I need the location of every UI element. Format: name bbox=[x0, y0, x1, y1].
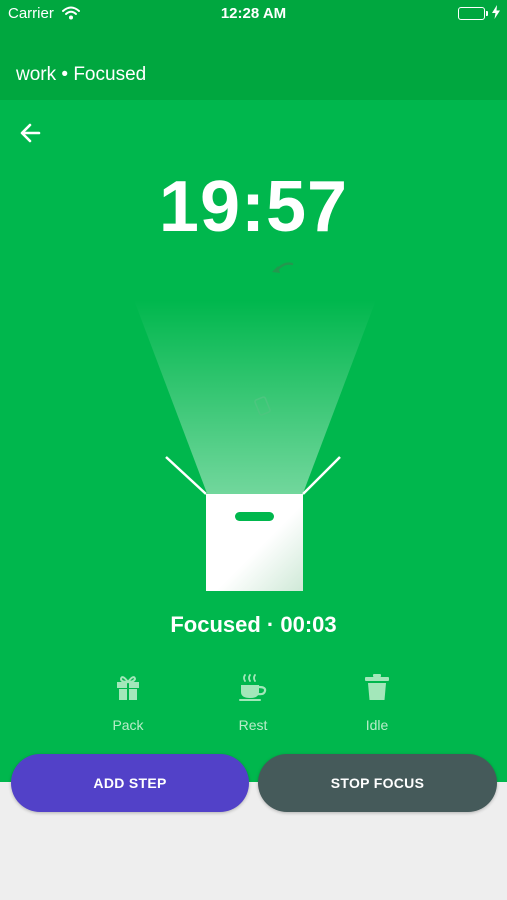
idle-label: Idle bbox=[365, 717, 389, 733]
rest-action[interactable]: Rest bbox=[203, 672, 303, 733]
charging-bolt-icon bbox=[492, 5, 500, 23]
countdown-timer: 19:57 bbox=[158, 167, 349, 247]
pack-label: Pack bbox=[112, 717, 144, 733]
gift-icon bbox=[78, 672, 178, 707]
idle-action[interactable]: Idle bbox=[327, 672, 427, 733]
back-arrow-icon[interactable] bbox=[18, 120, 44, 146]
battery-icon bbox=[458, 7, 488, 20]
curved-arrow-icon bbox=[268, 260, 294, 281]
add-step-button[interactable]: ADD STEP bbox=[11, 754, 249, 812]
focus-box-illustration bbox=[165, 456, 341, 591]
page-title: work • Focused bbox=[16, 64, 147, 85]
app-header: work • Focused bbox=[0, 28, 507, 100]
stop-focus-button[interactable]: STOP FOCUS bbox=[258, 754, 497, 812]
session-status: Focused · 00:03 bbox=[170, 612, 337, 637]
coffee-cup-icon bbox=[203, 672, 303, 707]
status-time: 12:28 AM bbox=[220, 5, 287, 22]
trash-icon bbox=[327, 672, 427, 707]
rest-label: Rest bbox=[238, 717, 268, 733]
status-bar: Carrier 12:28 AM bbox=[0, 0, 507, 28]
pack-action[interactable]: Pack bbox=[78, 672, 178, 733]
focus-screen: 19:57 Focused · 00:03 Pack Rest Idle bbox=[0, 100, 507, 782]
phone-icon bbox=[253, 395, 273, 422]
